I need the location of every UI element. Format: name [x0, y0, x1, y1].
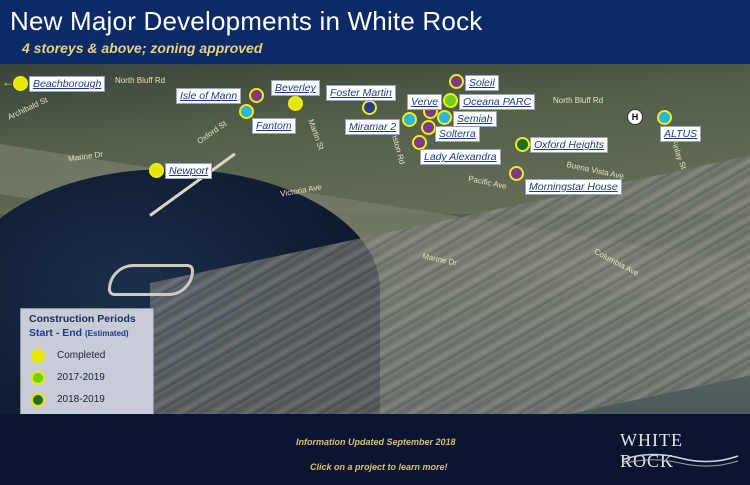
- project-link-solterra[interactable]: Solterra: [435, 126, 480, 142]
- legend-label: 2018-2019: [57, 394, 105, 405]
- marker-miramar-2[interactable]: [402, 112, 417, 127]
- marker-fantom[interactable]: [239, 104, 254, 119]
- page-subtitle: 4 storeys & above; zoning approved: [22, 40, 263, 56]
- project-link-oxford-heights[interactable]: Oxford Heights: [530, 137, 609, 153]
- marker-solterra[interactable]: [421, 120, 436, 135]
- project-link-beachborough[interactable]: Beachborough: [29, 76, 106, 92]
- street-north-bluff-right: North Bluff Rd: [553, 96, 604, 105]
- project-link-altus[interactable]: ALTUS: [660, 126, 702, 142]
- legend-subtitle-note: (Estimated): [85, 329, 129, 338]
- project-link-soleil[interactable]: Soleil: [465, 75, 499, 91]
- marker-newport[interactable]: [149, 163, 164, 178]
- project-link-beverley[interactable]: Beverley: [271, 80, 320, 96]
- marker-foster-martin[interactable]: [362, 100, 377, 115]
- hospital-icon: H: [627, 109, 643, 125]
- legend-label: Completed: [57, 350, 106, 361]
- project-link-morningstar-house[interactable]: Morningstar House: [525, 179, 622, 195]
- project-link-miramar-2[interactable]: Miramar 2: [345, 119, 401, 135]
- info-cta: Click on a project to learn more!: [310, 462, 448, 472]
- legend-dot: [31, 393, 45, 407]
- marker-lady-alexandra[interactable]: [412, 135, 427, 150]
- project-link-verve[interactable]: Verve: [407, 94, 443, 110]
- marker-beverley[interactable]: [288, 96, 303, 111]
- legend-dot: [31, 371, 45, 385]
- white-rock-logo: WHITE ROCK: [620, 428, 740, 471]
- project-link-oceana-parc[interactable]: Oceana PARC: [459, 94, 536, 110]
- page-title: New Major Developments in White Rock: [10, 6, 483, 36]
- wave-logo-icon: [621, 453, 739, 467]
- marker-altus[interactable]: [657, 110, 672, 125]
- info-updated: Information Updated September 2018: [296, 437, 456, 447]
- marker-morningstar-house[interactable]: [509, 166, 524, 181]
- project-link-foster-martin[interactable]: Foster Martin: [326, 85, 396, 101]
- legend-title: Construction Periods: [29, 313, 136, 325]
- header-banner: New Major Developments in White Rock 4 s…: [0, 0, 750, 64]
- marker-isle-of-mann[interactable]: [249, 88, 264, 103]
- legend-subtitle: Start - End (Estimated): [29, 327, 129, 339]
- legend-dot: [31, 349, 45, 363]
- project-link-semiah[interactable]: Semiah: [453, 111, 497, 127]
- project-link-lady-alexandra[interactable]: Lady Alexandra: [420, 149, 501, 165]
- marker-soleil[interactable]: [449, 74, 464, 89]
- project-link-fantom[interactable]: Fantom: [252, 118, 296, 134]
- street-north-bluff-left: North Bluff Rd: [115, 76, 166, 85]
- project-link-isle-of-mann[interactable]: Isle of Mann: [176, 88, 242, 104]
- marker-semiah[interactable]: [437, 110, 452, 125]
- legend-subtitle-main: Start - End: [29, 327, 83, 339]
- breakwater: [108, 264, 194, 296]
- project-link-newport[interactable]: Newport: [165, 163, 213, 179]
- legend-label: 2017-2019: [57, 372, 105, 383]
- marker-oxford-heights[interactable]: [515, 137, 530, 152]
- marker-beachborough[interactable]: [13, 76, 28, 91]
- marker-oceana-parc[interactable]: [443, 93, 458, 108]
